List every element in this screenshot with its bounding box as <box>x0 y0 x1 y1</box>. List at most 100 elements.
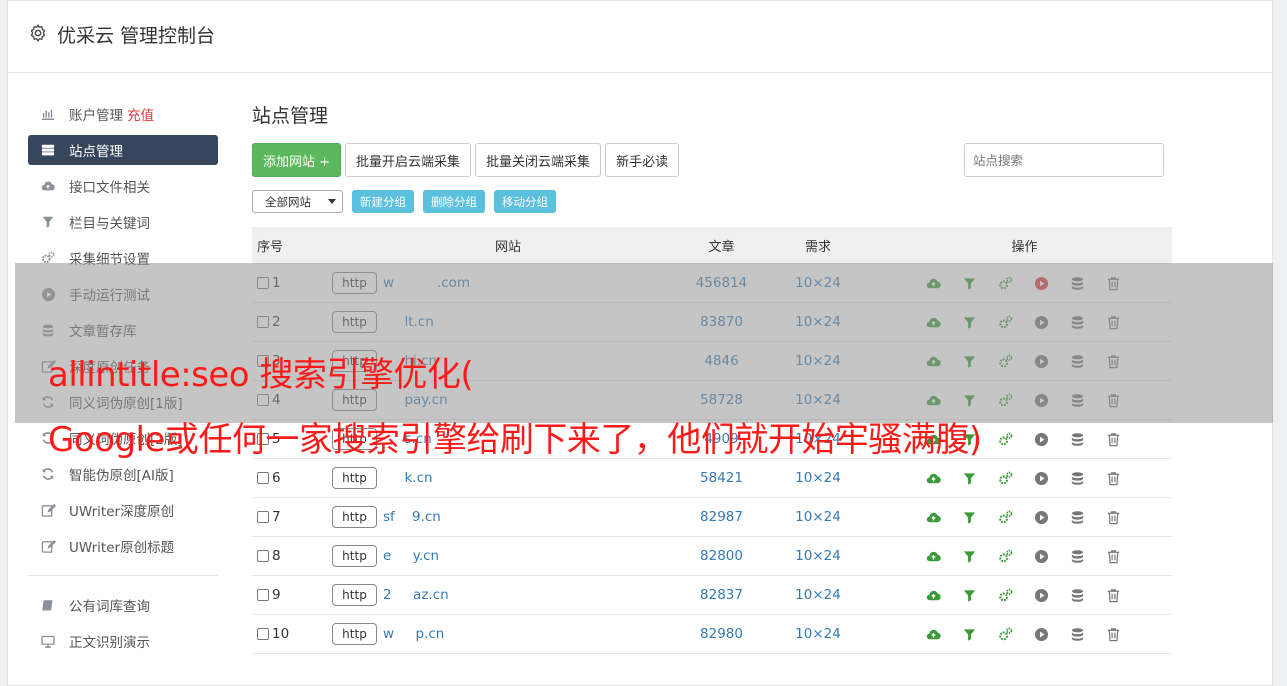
table-row: 7 http sf 9.cn 82987 10×24 <box>252 498 1172 537</box>
row-actions <box>877 549 1172 564</box>
cogs-icon[interactable] <box>987 549 1023 564</box>
sidebar-divider <box>28 575 218 576</box>
database-icon[interactable] <box>1059 432 1095 447</box>
site-domain[interactable]: k.cn <box>383 470 432 486</box>
play-icon[interactable] <box>1023 432 1059 447</box>
sidebar-item[interactable]: 站点管理 <box>28 135 218 165</box>
play-icon[interactable] <box>1023 627 1059 642</box>
header: 优采云 管理控制台 <box>8 1 1272 73</box>
sidebar-item[interactable]: UWriter原创标题 <box>28 528 218 564</box>
site-search-input[interactable] <box>964 143 1164 177</box>
monitor-icon <box>39 633 57 649</box>
filter-icon[interactable] <box>951 510 987 525</box>
row-checkbox[interactable] <box>257 472 269 484</box>
trash-icon[interactable] <box>1095 549 1131 564</box>
cloud-upload-icon[interactable] <box>915 549 951 564</box>
trash-icon[interactable] <box>1095 471 1131 486</box>
trash-icon[interactable] <box>1095 432 1131 447</box>
table-row: 8 http e y.cn 82800 10×24 <box>252 537 1172 576</box>
server-icon <box>39 142 57 158</box>
new-group-button[interactable]: 新建分组 <box>352 190 414 213</box>
protocol-badge[interactable]: http <box>332 545 377 567</box>
database-icon[interactable] <box>1059 471 1095 486</box>
filter-icon[interactable] <box>951 588 987 603</box>
trash-icon[interactable] <box>1095 510 1131 525</box>
batch-open-cloud-button[interactable]: 批量开启云端采集 <box>345 143 472 177</box>
row-number-cell: 7 <box>252 509 332 525</box>
play-icon[interactable] <box>1023 510 1059 525</box>
article-count[interactable]: 82987 <box>684 509 759 525</box>
refresh-icon <box>39 466 57 482</box>
cogs-icon[interactable] <box>987 588 1023 603</box>
sidebar-item[interactable]: 账户管理 充值 <box>28 96 218 132</box>
sidebar-item-label: 栏目与关键词 <box>69 216 150 232</box>
cogs-icon[interactable] <box>987 510 1023 525</box>
row-number-cell: 10 <box>252 626 332 642</box>
guide-button[interactable]: 新手必读 <box>605 143 680 177</box>
protocol-badge[interactable]: http <box>332 623 377 645</box>
trash-icon[interactable] <box>1095 588 1131 603</box>
sidebar-item[interactable]: 正文识别演示 <box>28 623 218 659</box>
play-icon[interactable] <box>1023 588 1059 603</box>
filter-icon[interactable] <box>951 471 987 486</box>
recharge-link[interactable]: 充值 <box>127 104 154 124</box>
sidebar-item-label: UWriter深度原创 <box>69 504 175 520</box>
demand-value[interactable]: 10×24 <box>759 548 877 564</box>
site-domain[interactable]: sf 9.cn <box>383 509 441 525</box>
app-title: 优采云 管理控制台 <box>57 25 216 47</box>
demand-value[interactable]: 10×24 <box>759 626 877 642</box>
sidebar-item-label: 接口文件相关 <box>69 180 150 196</box>
article-count[interactable]: 82837 <box>684 587 759 603</box>
row-number: 6 <box>272 470 281 486</box>
article-count[interactable]: 58421 <box>684 470 759 486</box>
protocol-badge[interactable]: http <box>332 584 377 606</box>
sidebar-item-label: UWriter原创标题 <box>69 540 175 556</box>
site-domain[interactable]: w p.cn <box>383 626 444 642</box>
row-checkbox[interactable] <box>257 628 269 640</box>
article-count[interactable]: 82980 <box>684 626 759 642</box>
row-checkbox[interactable] <box>257 550 269 562</box>
move-group-button[interactable]: 移动分组 <box>494 190 556 213</box>
row-number: 7 <box>272 509 281 525</box>
article-count[interactable]: 82800 <box>684 548 759 564</box>
sidebar-item[interactable]: UWriter深度原创 <box>28 492 218 528</box>
play-icon[interactable] <box>1023 471 1059 486</box>
delete-group-button[interactable]: 删除分组 <box>423 190 485 213</box>
trash-icon[interactable] <box>1095 627 1131 642</box>
cloud-upload-icon[interactable] <box>915 471 951 486</box>
sidebar-item[interactable]: 栏目与关键词 <box>28 204 218 240</box>
cogs-icon[interactable] <box>987 471 1023 486</box>
filter-icon[interactable] <box>951 549 987 564</box>
cogs-icon[interactable] <box>987 432 1023 447</box>
cogs-icon[interactable] <box>987 627 1023 642</box>
database-icon[interactable] <box>1059 549 1095 564</box>
database-icon[interactable] <box>1059 510 1095 525</box>
protocol-badge[interactable]: http <box>332 467 377 489</box>
row-checkbox[interactable] <box>257 511 269 523</box>
table-header: 序号 网站 文章 需求 操作 <box>252 227 1172 264</box>
site-domain[interactable]: 2 az.cn <box>383 587 449 603</box>
cloud-upload-icon[interactable] <box>915 510 951 525</box>
sidebar-item[interactable]: 智能伪原创[AI版] <box>28 456 218 492</box>
sidebar-item[interactable]: 接口文件相关 <box>28 168 218 204</box>
site-domain[interactable]: e y.cn <box>383 548 439 564</box>
demand-value[interactable]: 10×24 <box>759 470 877 486</box>
site-cell: http e y.cn <box>332 545 684 567</box>
database-icon[interactable] <box>1059 588 1095 603</box>
protocol-badge[interactable]: http <box>332 506 377 528</box>
add-site-button[interactable]: 添加网站 + <box>252 143 342 177</box>
batch-close-cloud-button[interactable]: 批量关闭云端采集 <box>475 143 602 177</box>
row-checkbox[interactable] <box>257 589 269 601</box>
header-demand: 需求 <box>804 240 831 255</box>
group-select[interactable]: 全部网站 <box>252 190 343 213</box>
cloud-upload-icon[interactable] <box>915 588 951 603</box>
play-icon[interactable] <box>1023 549 1059 564</box>
sidebar-item[interactable]: 公有词库查询 <box>28 587 218 623</box>
demand-value[interactable]: 10×24 <box>759 587 877 603</box>
filter-icon[interactable] <box>951 627 987 642</box>
sidebar-item-label: 正文识别演示 <box>69 635 150 651</box>
table-row: 9 http 2 az.cn 82837 10×24 <box>252 576 1172 615</box>
demand-value[interactable]: 10×24 <box>759 509 877 525</box>
cloud-upload-icon[interactable] <box>915 627 951 642</box>
database-icon[interactable] <box>1059 627 1095 642</box>
